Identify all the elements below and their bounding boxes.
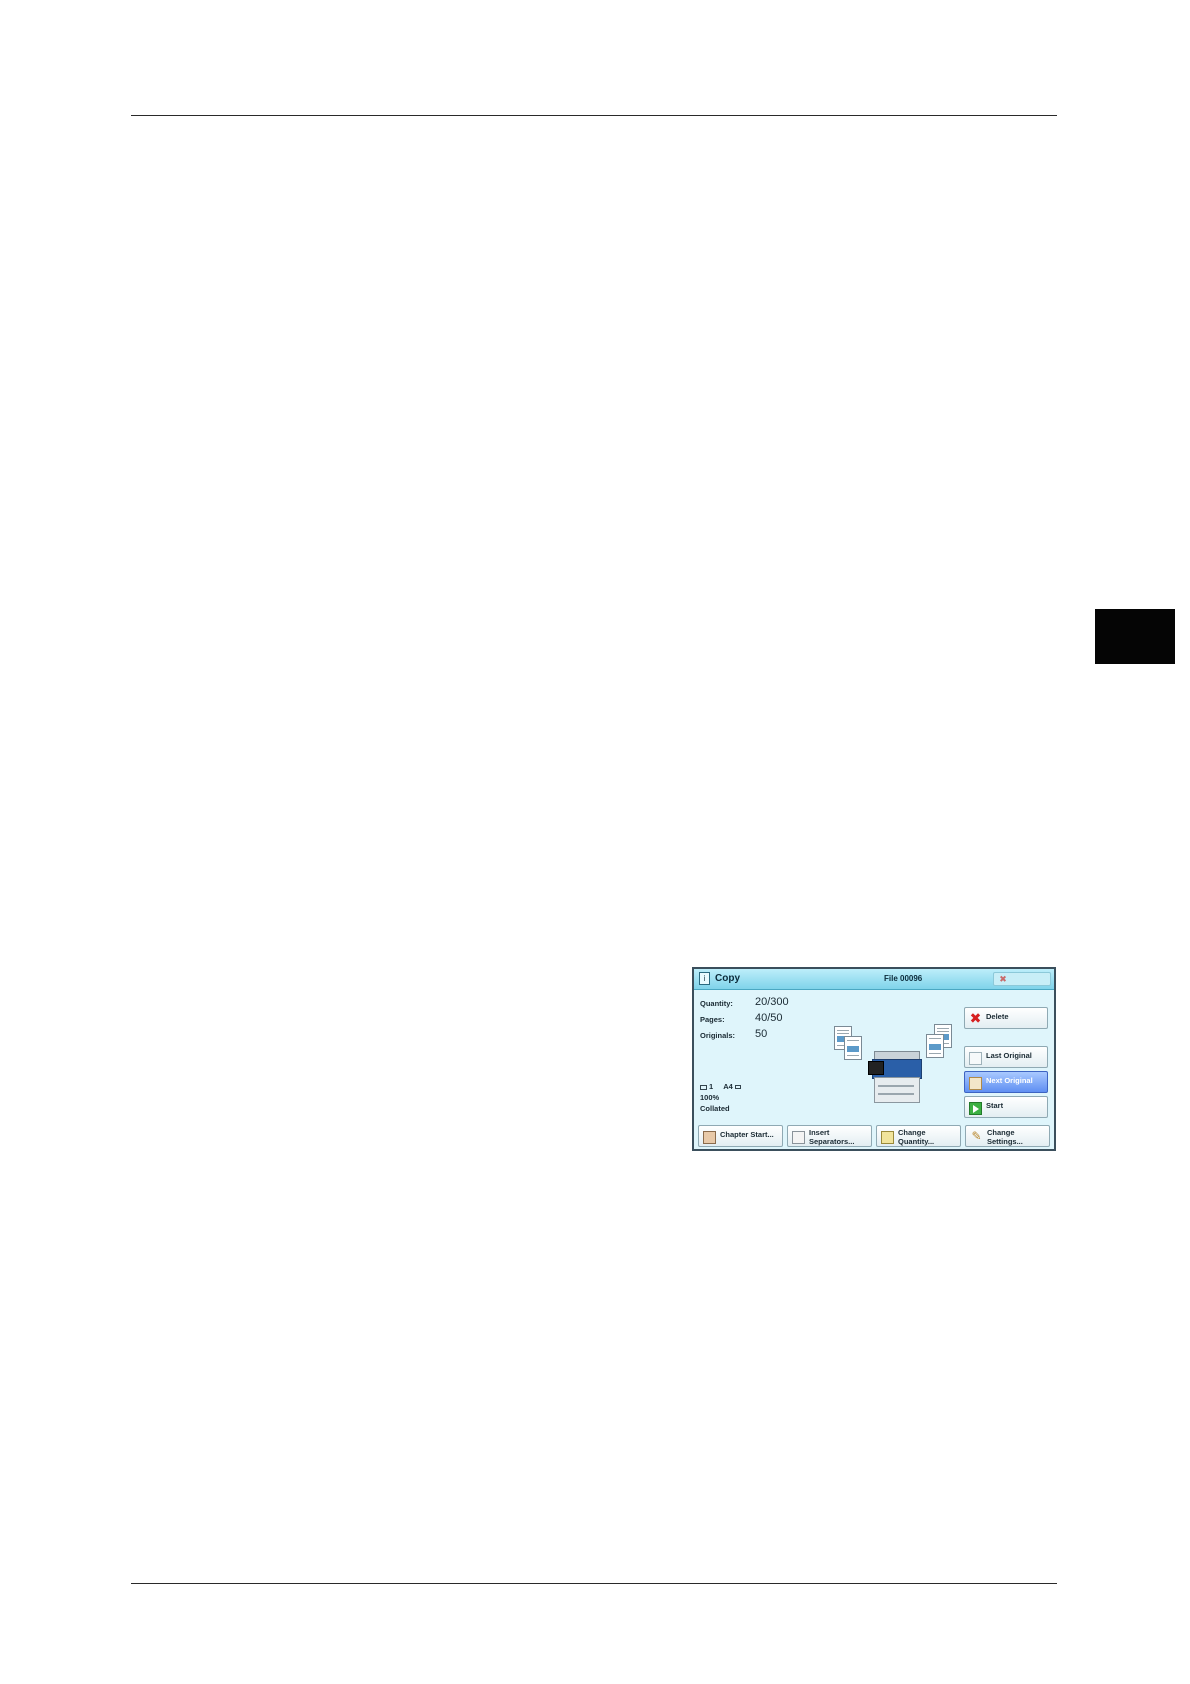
originals-label: Originals: <box>700 1031 736 1040</box>
start-button[interactable]: Start <box>964 1096 1048 1118</box>
quantity-label: Quantity: <box>700 999 733 1008</box>
chapter-start-icon <box>703 1131 716 1144</box>
wrench-icon: ✎ <box>971 1129 982 1143</box>
change-quantity-button[interactable]: Change Quantity... <box>876 1125 961 1147</box>
next-original-icon <box>969 1077 982 1090</box>
tray-icon <box>700 1084 707 1090</box>
insert-separators-icon <box>792 1131 805 1144</box>
paper-orientation-icon <box>734 1085 741 1090</box>
last-original-button[interactable]: Last Original <box>964 1046 1048 1068</box>
start-icon <box>969 1102 982 1115</box>
delete-icon: ✖ <box>969 1010 982 1026</box>
info-icon[interactable]: i <box>699 972 710 985</box>
copy-screen-panel: i Copy File 00096 ✖ Quantity: 20/300 Pag… <box>692 967 1056 1151</box>
stop-icon: ✖ <box>999 974 1007 984</box>
screen-title: Copy <box>715 973 740 984</box>
quantity-value: 20/300 <box>755 996 789 1008</box>
original-doc-icon-2 <box>844 1036 862 1060</box>
change-quantity-icon <box>881 1131 894 1144</box>
next-original-button[interactable]: Next Original <box>964 1071 1048 1093</box>
header-rule <box>131 115 1057 116</box>
originals-value: 50 <box>755 1028 768 1040</box>
file-name: File 00096 <box>884 974 923 983</box>
output-doc-icon-2 <box>926 1034 944 1058</box>
title-bar: i Copy File 00096 ✖ <box>694 969 1054 990</box>
copy-flow-illustration <box>834 1024 959 1114</box>
delete-button[interactable]: ✖ Delete <box>964 1007 1048 1029</box>
output-status: Collated <box>700 1104 730 1113</box>
zoom-status: 100% <box>700 1093 720 1102</box>
insert-separators-button[interactable]: Insert Separators... <box>787 1125 872 1147</box>
checkbox-icon <box>969 1052 982 1065</box>
chapter-tab <box>1095 609 1175 664</box>
footer-rule <box>131 1583 1057 1584</box>
pages-label: Pages: <box>700 1015 725 1024</box>
chapter-start-button[interactable]: Chapter Start... <box>698 1125 783 1147</box>
pages-value: 40/50 <box>755 1012 783 1024</box>
printer-icon <box>868 1051 922 1103</box>
tray-paper-status: 1 A4 <box>700 1082 741 1091</box>
stop-button[interactable]: ✖ <box>993 972 1051 986</box>
change-settings-button[interactable]: ✎ Change Settings... <box>965 1125 1050 1147</box>
